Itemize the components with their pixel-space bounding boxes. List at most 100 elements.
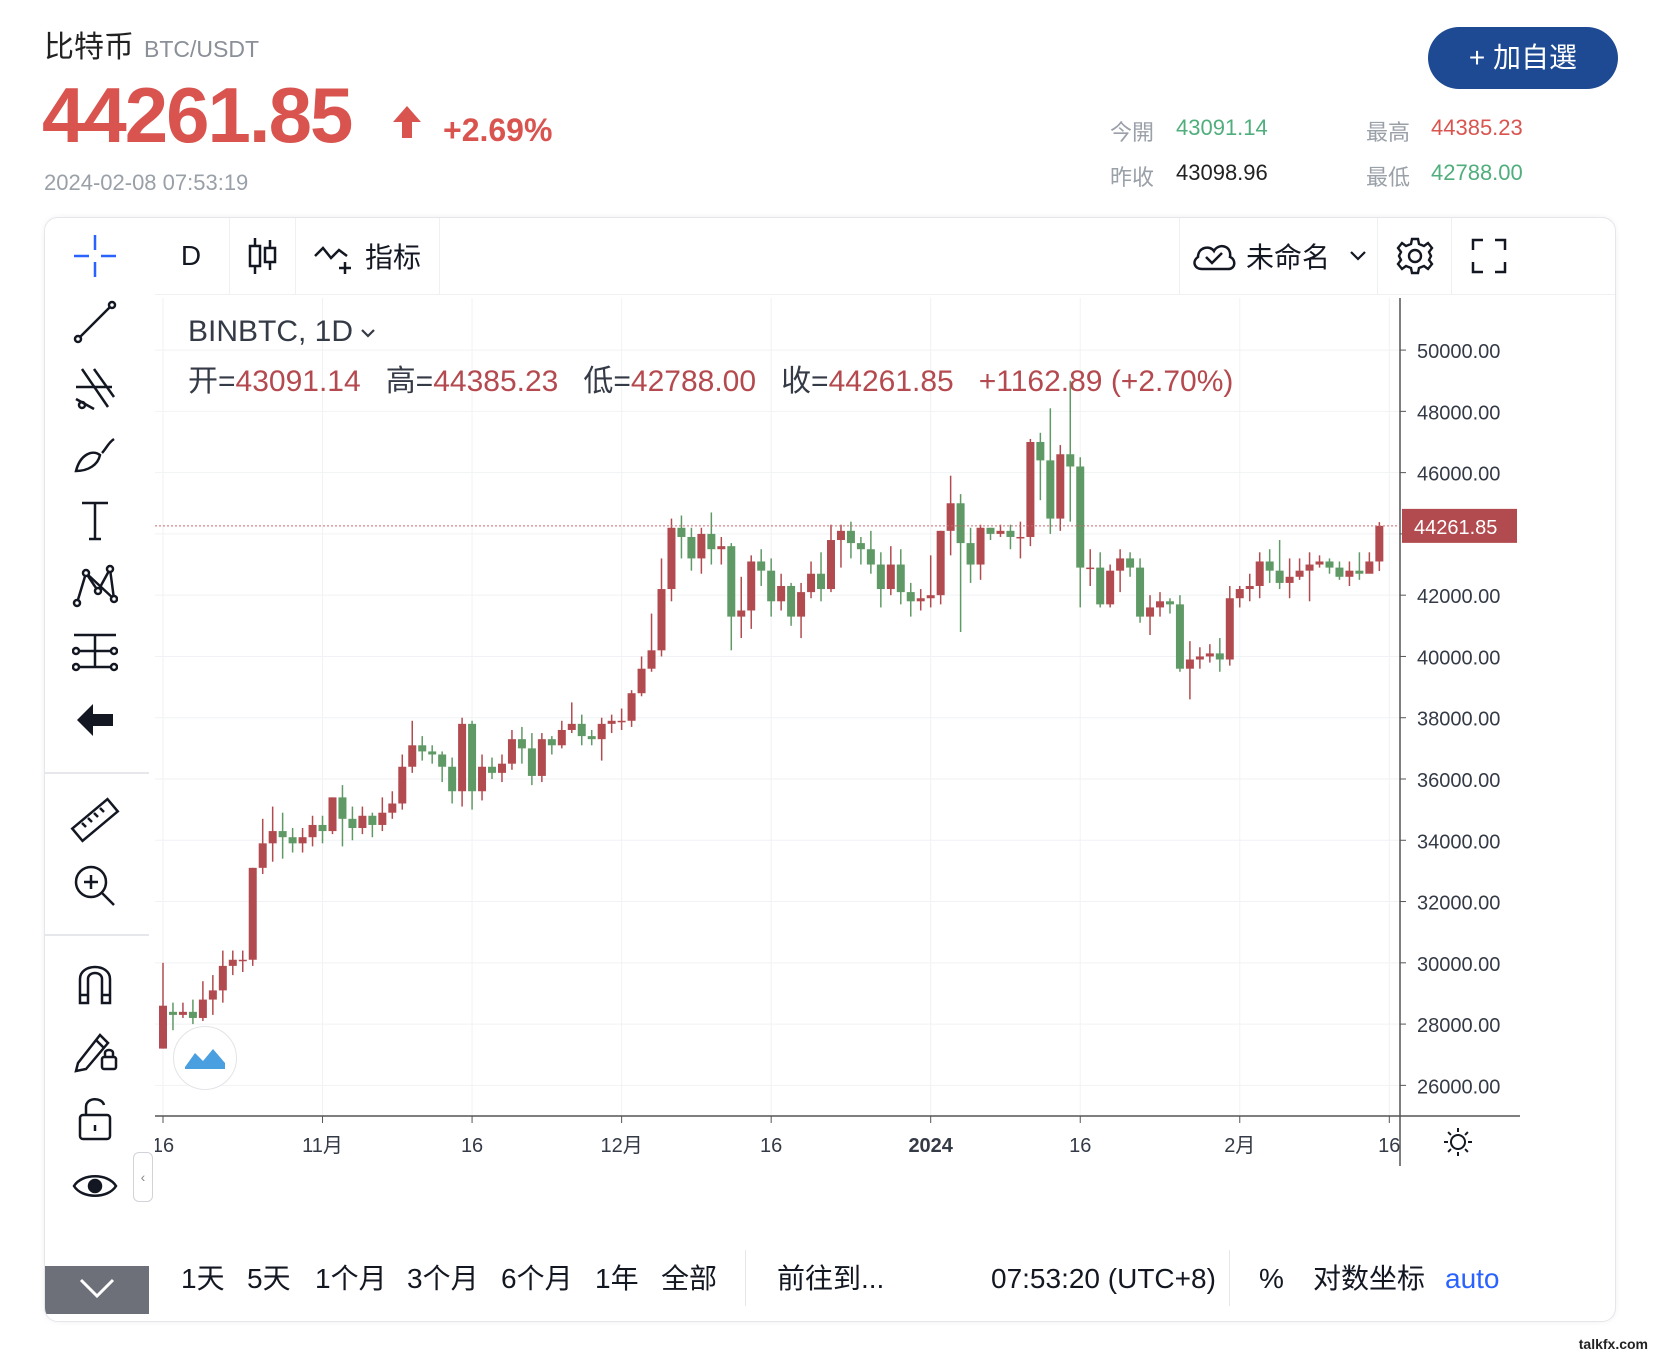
candle-body	[647, 650, 656, 669]
unlock-icon[interactable]	[69, 1092, 121, 1144]
range-3m[interactable]: 3个月	[407, 1238, 479, 1320]
y-axis-label: 42000.00	[1417, 586, 1500, 608]
candle-body	[268, 831, 277, 844]
legend-ohlc: 开=43091.14 高=44385.23 低=42788.00 收=44261…	[188, 356, 1233, 400]
candle-body	[1245, 585, 1254, 590]
candle-body	[1345, 570, 1354, 577]
brush-icon[interactable]	[69, 428, 121, 480]
candle-body	[1175, 604, 1184, 669]
toggle-toolbar-button[interactable]	[45, 1266, 149, 1314]
prediction-icon[interactable]	[69, 626, 121, 678]
candle-body	[856, 543, 865, 550]
candle-body	[328, 797, 337, 832]
magnet-icon[interactable]	[69, 956, 121, 1008]
x-axis-label: 16	[760, 1135, 782, 1157]
prev-close-value: 43098.96	[1176, 160, 1268, 185]
candle-body	[1195, 656, 1204, 660]
candle-body	[1275, 570, 1284, 583]
interval-button[interactable]: D	[155, 218, 227, 294]
candle-body	[1165, 601, 1174, 605]
layout-name: 未命名	[1245, 242, 1330, 273]
sun-icon[interactable]	[1444, 1128, 1472, 1156]
indicators-button[interactable]: 指标	[297, 218, 437, 294]
candle-body	[1235, 589, 1244, 599]
x-axis-label: 16	[461, 1135, 483, 1157]
cloud-check-icon	[1193, 244, 1236, 271]
candle-body	[1225, 598, 1234, 660]
candle-body	[507, 739, 516, 764]
range-1y[interactable]: 1年	[595, 1238, 639, 1320]
percent-scale-toggle[interactable]: %	[1259, 1238, 1284, 1320]
range-5d[interactable]: 5天	[247, 1238, 291, 1320]
candle-body	[238, 959, 247, 962]
candle-body	[178, 1011, 187, 1015]
layout-name-button[interactable]: 未命名	[1181, 218, 1377, 294]
candle-body	[1006, 530, 1015, 537]
candle-body	[488, 766, 497, 773]
candle-body	[1215, 653, 1224, 660]
candle-body	[208, 990, 217, 1000]
candle-body	[1335, 567, 1344, 577]
range-all[interactable]: 全部	[661, 1238, 717, 1320]
lock-drawing-icon[interactable]	[69, 1024, 121, 1076]
candle-body	[866, 549, 875, 565]
candle-body	[348, 818, 357, 829]
auto-scale-toggle[interactable]: auto	[1445, 1238, 1500, 1320]
candle-body	[1116, 558, 1125, 571]
candle-body	[1146, 607, 1155, 617]
candle-body	[587, 736, 596, 740]
candle-body	[438, 754, 447, 767]
legend-open: 43091.14	[235, 365, 361, 398]
range-6m[interactable]: 6个月	[501, 1238, 573, 1320]
chart-widget: D 指标 未命名 26000.00 28000.00 30000.00 32000.0…	[44, 217, 1616, 1322]
asset-name: 比特币 BTC/USDT	[44, 22, 259, 66]
arrow-left-icon[interactable]	[69, 694, 121, 746]
candle-body	[1036, 441, 1045, 461]
last-price: 44261.85	[42, 71, 353, 159]
indicators-icon	[314, 246, 351, 274]
clock-timezone[interactable]: 07:53:20 (UTC+8)	[991, 1238, 1216, 1320]
trend-line-icon[interactable]	[69, 296, 121, 348]
candle-body	[1086, 567, 1095, 570]
log-scale-toggle[interactable]: 对数坐标	[1313, 1238, 1425, 1320]
toolbar-divider	[45, 934, 149, 936]
range-1m[interactable]: 1个月	[315, 1238, 387, 1320]
candle-body	[218, 965, 227, 991]
x-axis-label: 16	[1378, 1135, 1400, 1157]
candle-body	[936, 530, 945, 596]
candle-body	[906, 592, 915, 602]
crosshair-icon[interactable]	[69, 230, 121, 282]
y-axis-label: 28000.00	[1417, 1015, 1500, 1037]
legend-symbol[interactable]: BINBTC, 1D	[188, 315, 377, 349]
candle-body	[1325, 561, 1334, 568]
arrow-up-icon	[393, 106, 421, 143]
asset-title: 比特币	[44, 31, 134, 64]
candle-body	[747, 561, 756, 611]
ruler-icon[interactable]	[69, 794, 121, 846]
goto-date-button[interactable]: 前往到...	[777, 1238, 884, 1320]
candle-body	[547, 739, 556, 746]
toolbar-divider	[1179, 218, 1180, 294]
candle-style-icon[interactable]	[231, 218, 293, 294]
pattern-icon[interactable]	[69, 560, 121, 612]
chart-logo-icon[interactable]	[173, 1026, 237, 1090]
candle-body	[1285, 576, 1294, 583]
candle-body	[1136, 567, 1145, 617]
pitchfork-icon[interactable]	[69, 362, 121, 414]
eye-icon[interactable]	[69, 1160, 121, 1212]
candle-body	[557, 729, 566, 746]
candle-body	[1205, 653, 1214, 657]
text-tool-icon[interactable]	[69, 494, 121, 546]
candle-body	[1315, 561, 1324, 565]
candle-body	[1265, 561, 1274, 571]
candle-body	[627, 693, 636, 721]
fullscreen-icon[interactable]	[1453, 218, 1525, 294]
range-1d[interactable]: 1天	[181, 1238, 225, 1320]
candle-body	[846, 530, 855, 544]
settings-gear-icon[interactable]	[1379, 218, 1451, 294]
collapse-toolbar-button[interactable]: ‹	[133, 1152, 153, 1202]
candle-body	[976, 527, 985, 565]
zoom-in-icon[interactable]	[69, 860, 121, 912]
add-watchlist-button[interactable]: + 加自選	[1428, 27, 1618, 89]
candlestick-chart[interactable]: 26000.00 28000.00 30000.00 32000.00 34000.00…	[155, 298, 1575, 1218]
